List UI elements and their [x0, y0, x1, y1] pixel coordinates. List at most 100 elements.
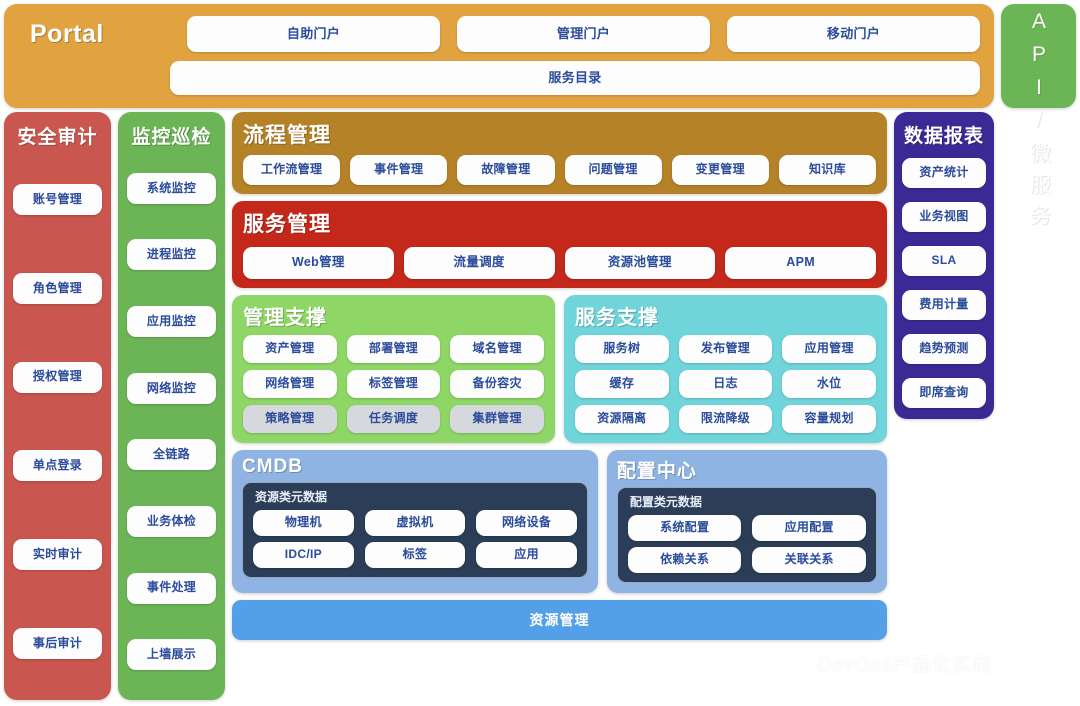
process-item[interactable]: 变更管理 — [671, 155, 769, 185]
service-item[interactable]: 流量调度 — [403, 247, 555, 279]
svc-support-item[interactable]: 水位 — [782, 370, 876, 398]
data-report-item[interactable]: 趋势预测 — [902, 334, 986, 364]
management-support-items: 资产管理 部署管理 域名管理 网络管理 标签管理 备份容灾 策略管理 任务调度 … — [243, 335, 544, 433]
portal-service-catalog[interactable]: 服务目录 — [170, 61, 980, 95]
security-audit-item[interactable]: 角色管理 — [13, 272, 102, 304]
svc-support-item[interactable]: 限流降级 — [678, 405, 773, 433]
svc-support-item[interactable]: 应用管理 — [782, 335, 876, 363]
svc-support-item[interactable]: 服务树 — [575, 335, 669, 363]
openapi-panel: OPENAPI/微服务 — [1001, 0, 1076, 235]
process-item[interactable]: 知识库 — [778, 155, 877, 185]
config-center-inner-title: 配置类元数据 — [629, 495, 702, 509]
resource-management-bar[interactable]: 资源管理 — [232, 600, 887, 640]
body-row: 安全审计 账号管理 角色管理 授权管理 单点登录 实时审计 事后审计 监控巡检 … — [0, 108, 1080, 706]
service-management-panel: 服务管理 Web管理 流量调度 资源池管理 APM — [232, 201, 887, 288]
mgmt-support-item[interactable]: 标签管理 — [346, 370, 441, 398]
monitor-item[interactable]: 上墙展示 — [127, 639, 216, 671]
config-item[interactable]: 依赖关系 — [627, 547, 742, 573]
monitor-item[interactable]: 系统监控 — [127, 172, 216, 204]
cmdb-item[interactable]: 标签 — [364, 542, 466, 568]
monitor-item[interactable]: 全链路 — [127, 439, 216, 471]
mgmt-support-item[interactable]: 网络管理 — [243, 370, 337, 398]
monitor-inspection-items: 系统监控 进程监控 应用监控 网络监控 全链路 业务体检 事件处理 上墙展示 — [127, 155, 216, 688]
config-item[interactable]: 关联关系 — [752, 547, 866, 573]
portal-panel: Portal 自助门户 管理门户 移动门户 服务目录 — [4, 4, 994, 108]
security-audit-item[interactable]: 授权管理 — [13, 361, 102, 393]
cmdb-panel: CMDB 资源类元数据 物理机 虚拟机 网络设备 IDC/IP 标签 应用 — [232, 450, 598, 593]
portal-logo: Portal — [30, 19, 104, 48]
cmdb-items: 物理机 虚拟机 网络设备 IDC/IP 标签 应用 — [253, 510, 577, 568]
openapi-column-spacer — [1001, 112, 1076, 700]
mgmt-support-item[interactable]: 部署管理 — [346, 335, 441, 363]
mgmt-support-item[interactable]: 资产管理 — [243, 335, 337, 363]
config-center-panel: 配置中心 配置类元数据 系统配置 应用配置 依赖关系 关联关系 — [606, 450, 887, 593]
cmdb-inner-title: 资源类元数据 — [255, 490, 328, 504]
monitor-inspection-title: 监控巡检 — [131, 127, 212, 148]
svc-support-item[interactable]: 容量规划 — [782, 405, 876, 433]
process-item[interactable]: 事件管理 — [350, 155, 448, 185]
config-item[interactable]: 系统配置 — [627, 515, 742, 541]
cmdb-item[interactable]: IDC/IP — [253, 542, 354, 568]
svc-support-item[interactable]: 资源隔离 — [575, 405, 669, 433]
portal-tab-self-service[interactable]: 自助门户 — [187, 16, 440, 52]
data-report-item[interactable]: 即席查询 — [902, 378, 986, 408]
architecture-diagram: Portal 自助门户 管理门户 移动门户 服务目录 OPENAPI/微服务 安… — [0, 0, 1080, 706]
support-row: 管理支撑 资产管理 部署管理 域名管理 网络管理 标签管理 备份容灾 策略管理 … — [232, 295, 887, 443]
service-support-title: 服务支撑 — [575, 307, 659, 329]
service-item[interactable]: 资源池管理 — [564, 247, 716, 279]
security-audit-title: 安全审计 — [17, 127, 98, 148]
data-report-item[interactable]: 资产统计 — [902, 158, 986, 188]
mgmt-support-item[interactable]: 策略管理 — [243, 405, 337, 433]
top-row: Portal 自助门户 管理门户 移动门户 服务目录 OPENAPI/微服务 — [0, 0, 1080, 235]
monitor-item[interactable]: 进程监控 — [127, 239, 216, 271]
management-support-title: 管理支撑 — [243, 307, 327, 329]
data-report-panel: 数据报表 资产统计 业务视图 SLA 费用计量 趋势预测 即席查询 — [894, 112, 994, 419]
svc-support-item[interactable]: 发布管理 — [678, 335, 773, 363]
center-stack: 流程管理 工作流管理 事件管理 故障管理 问题管理 变更管理 知识库 服务管理 … — [232, 112, 887, 700]
database-row: CMDB 资源类元数据 物理机 虚拟机 网络设备 IDC/IP 标签 应用 配置… — [232, 450, 887, 593]
main-columns: 安全审计 账号管理 角色管理 授权管理 单点登录 实时审计 事后审计 监控巡检 … — [4, 112, 994, 700]
service-item[interactable]: Web管理 — [243, 247, 394, 279]
service-support-panel: 服务支撑 服务树 发布管理 应用管理 缓存 日志 水位 资源隔离 限流降级 容量… — [564, 295, 887, 443]
svc-support-item[interactable]: 日志 — [678, 370, 773, 398]
data-report-item[interactable]: 费用计量 — [902, 290, 986, 320]
mgmt-support-item[interactable]: 备份容灾 — [450, 370, 544, 398]
mgmt-support-item[interactable]: 域名管理 — [450, 335, 544, 363]
security-audit-item[interactable]: 账号管理 — [13, 183, 102, 215]
process-management-items: 工作流管理 事件管理 故障管理 问题管理 变更管理 知识库 — [243, 155, 877, 185]
mgmt-support-item[interactable]: 集群管理 — [450, 405, 544, 433]
management-support-panel: 管理支撑 资产管理 部署管理 域名管理 网络管理 标签管理 备份容灾 策略管理 … — [232, 295, 555, 443]
service-support-items: 服务树 发布管理 应用管理 缓存 日志 水位 资源隔离 限流降级 容量规划 — [575, 335, 876, 433]
config-center-title: 配置中心 — [616, 461, 697, 482]
cmdb-item[interactable]: 应用 — [476, 542, 577, 568]
portal-tab-row: Portal 自助门户 管理门户 移动门户 — [18, 16, 980, 52]
cmdb-inner-box: 资源类元数据 物理机 虚拟机 网络设备 IDC/IP 标签 应用 — [242, 482, 588, 578]
portal-tab-admin[interactable]: 管理门户 — [457, 16, 710, 52]
monitor-item[interactable]: 应用监控 — [127, 306, 216, 338]
cmdb-item[interactable]: 虚拟机 — [364, 510, 466, 536]
monitor-item[interactable]: 业务体检 — [127, 505, 216, 537]
process-item[interactable]: 问题管理 — [564, 155, 662, 185]
security-audit-panel: 安全审计 账号管理 角色管理 授权管理 单点登录 实时审计 事后审计 — [4, 112, 111, 700]
service-management-items: Web管理 流量调度 资源池管理 APM — [243, 247, 876, 279]
cmdb-item[interactable]: 网络设备 — [476, 510, 577, 536]
process-item[interactable]: 工作流管理 — [243, 155, 341, 185]
data-report-item[interactable]: SLA — [902, 246, 986, 276]
mgmt-support-item[interactable]: 任务调度 — [346, 405, 441, 433]
data-report-title: 数据报表 — [903, 126, 984, 147]
security-audit-item[interactable]: 实时审计 — [13, 539, 102, 571]
monitor-item[interactable]: 网络监控 — [127, 372, 216, 404]
process-management-panel: 流程管理 工作流管理 事件管理 故障管理 问题管理 变更管理 知识库 — [232, 112, 887, 194]
portal-tab-mobile[interactable]: 移动门户 — [727, 16, 980, 52]
svc-support-item[interactable]: 缓存 — [575, 370, 669, 398]
monitor-item[interactable]: 事件处理 — [127, 572, 216, 604]
config-center-inner-box: 配置类元数据 系统配置 应用配置 依赖关系 关联关系 — [616, 487, 877, 583]
security-audit-item[interactable]: 单点登录 — [13, 450, 102, 482]
service-item[interactable]: APM — [725, 247, 876, 279]
security-audit-item[interactable]: 事后审计 — [13, 628, 102, 660]
data-report-item[interactable]: 业务视图 — [902, 202, 986, 232]
config-item[interactable]: 应用配置 — [752, 515, 866, 541]
process-item[interactable]: 故障管理 — [457, 155, 555, 185]
cmdb-item[interactable]: 物理机 — [253, 510, 354, 536]
resource-management-label: 资源管理 — [529, 612, 590, 628]
